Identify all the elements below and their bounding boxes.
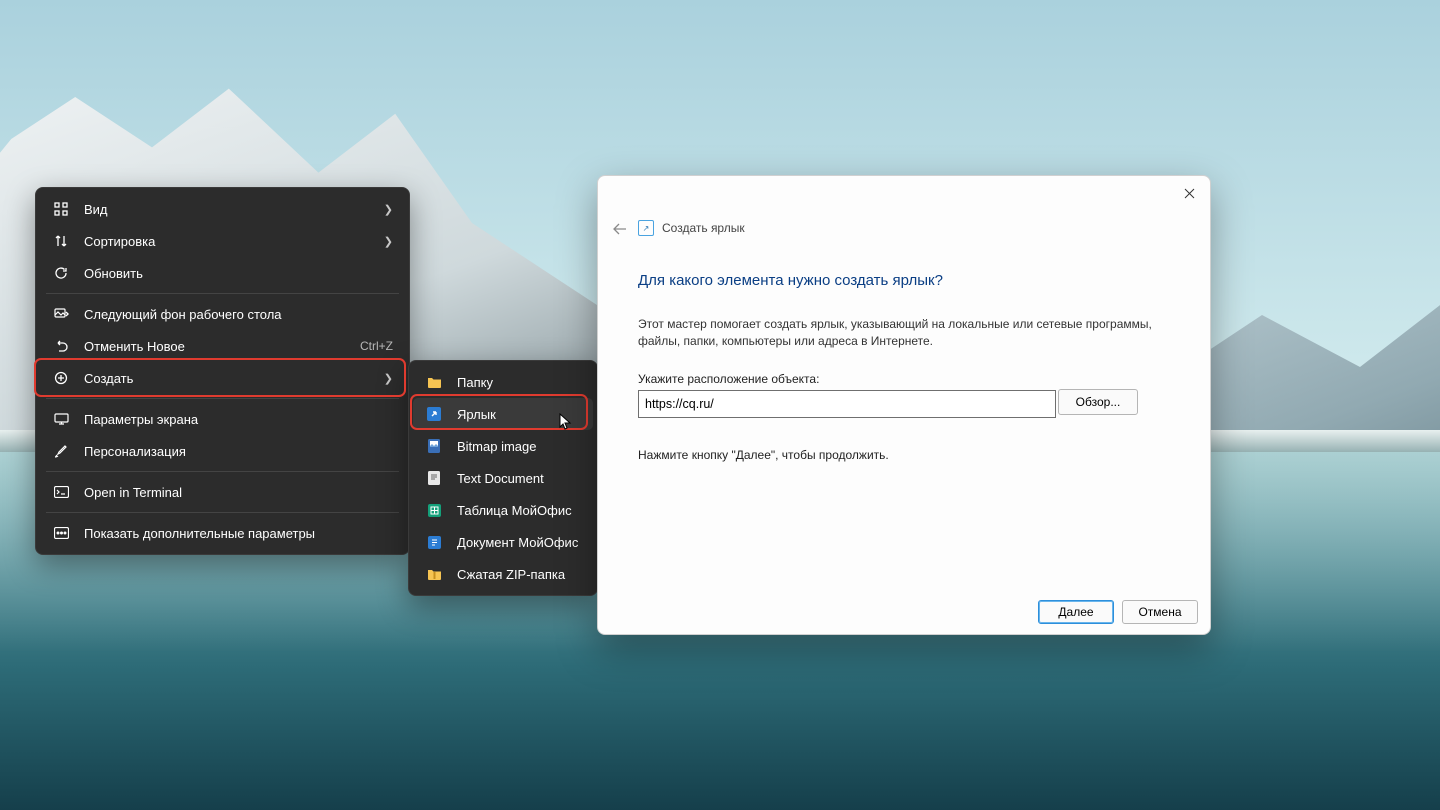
submenu-item-label: Text Document bbox=[457, 471, 581, 486]
dialog-description: Этот мастер помогает создать ярлык, указ… bbox=[638, 316, 1170, 351]
bitmap-icon bbox=[425, 439, 443, 453]
location-label: Укажите расположение объекта: bbox=[638, 372, 819, 386]
submenu-item-text[interactable]: Text Document bbox=[413, 462, 593, 494]
zip-folder-icon bbox=[425, 568, 443, 580]
spreadsheet-icon bbox=[425, 504, 443, 517]
next-button[interactable]: Далее bbox=[1038, 600, 1114, 624]
plus-circle-icon bbox=[52, 371, 70, 385]
menu-item-label: Показать дополнительные параметры bbox=[84, 526, 393, 541]
document-icon bbox=[425, 536, 443, 549]
chevron-right-icon: ❯ bbox=[384, 372, 393, 385]
separator bbox=[46, 398, 399, 399]
menu-item-label: Следующий фон рабочего стола bbox=[84, 307, 393, 322]
create-submenu: Папку Ярлык Bitmap image Text Document Т… bbox=[408, 360, 598, 596]
breadcrumb-label: Создать ярлык bbox=[662, 221, 745, 235]
submenu-item-shortcut[interactable]: Ярлык bbox=[413, 398, 593, 430]
close-button[interactable] bbox=[1174, 180, 1204, 206]
submenu-item-label: Таблица МойОфис bbox=[457, 503, 581, 518]
menu-item-label: Open in Terminal bbox=[84, 485, 393, 500]
dialog-heading: Для какого элемента нужно создать ярлык? bbox=[638, 272, 943, 289]
menu-item-label: Параметры экрана bbox=[84, 412, 393, 427]
terminal-icon bbox=[52, 486, 70, 498]
menu-item-label: Сортировка bbox=[84, 234, 378, 249]
grid-icon bbox=[52, 202, 70, 216]
dialog-hint: Нажмите кнопку "Далее", чтобы продолжить… bbox=[638, 448, 889, 462]
menu-item-show-more[interactable]: Показать дополнительные параметры bbox=[40, 517, 405, 549]
menu-item-display-settings[interactable]: Параметры экрана bbox=[40, 403, 405, 435]
more-options-icon bbox=[52, 527, 70, 539]
dialog-breadcrumb: ↗ Создать ярлык bbox=[638, 220, 745, 236]
back-button[interactable] bbox=[612, 222, 628, 236]
submenu-item-label: Папку bbox=[457, 375, 581, 390]
display-icon bbox=[52, 412, 70, 426]
menu-item-label: Вид bbox=[84, 202, 378, 217]
submenu-item-myoffice-table[interactable]: Таблица МойОфис bbox=[413, 494, 593, 526]
menu-item-personalize[interactable]: Персонализация bbox=[40, 435, 405, 467]
menu-item-label: Создать bbox=[84, 371, 378, 386]
brush-icon bbox=[52, 444, 70, 458]
chevron-right-icon: ❯ bbox=[384, 203, 393, 216]
separator bbox=[46, 293, 399, 294]
menu-item-refresh[interactable]: Обновить bbox=[40, 257, 405, 289]
menu-item-sort[interactable]: Сортировка ❯ bbox=[40, 225, 405, 257]
image-next-icon bbox=[52, 307, 70, 321]
submenu-item-zip[interactable]: Сжатая ZIP-папка bbox=[413, 558, 593, 590]
refresh-icon bbox=[52, 266, 70, 280]
submenu-item-myoffice-doc[interactable]: Документ МойОфис bbox=[413, 526, 593, 558]
dialog-button-bar: Далее Отмена bbox=[1038, 600, 1198, 624]
chevron-right-icon: ❯ bbox=[384, 235, 393, 248]
submenu-item-label: Документ МойОфис bbox=[457, 535, 581, 550]
desktop-context-menu: Вид ❯ Сортировка ❯ Обновить Следующий фо… bbox=[35, 187, 410, 555]
submenu-item-label: Bitmap image bbox=[457, 439, 581, 454]
menu-item-create[interactable]: Создать ❯ bbox=[40, 362, 405, 394]
submenu-item-label: Сжатая ZIP-папка bbox=[457, 567, 581, 582]
menu-item-open-terminal[interactable]: Open in Terminal bbox=[40, 476, 405, 508]
shortcut-icon bbox=[425, 407, 443, 421]
menu-item-next-background[interactable]: Следующий фон рабочего стола bbox=[40, 298, 405, 330]
text-file-icon bbox=[425, 471, 443, 485]
browse-button[interactable]: Обзор... bbox=[1058, 389, 1138, 415]
undo-icon bbox=[52, 339, 70, 353]
separator bbox=[46, 471, 399, 472]
sort-icon bbox=[52, 234, 70, 248]
submenu-item-label: Ярлык bbox=[457, 407, 581, 422]
shortcut-small-icon: ↗ bbox=[638, 220, 654, 236]
menu-item-label: Персонализация bbox=[84, 444, 393, 459]
cancel-button[interactable]: Отмена bbox=[1122, 600, 1198, 624]
create-shortcut-dialog: ↗ Создать ярлык Для какого элемента нужн… bbox=[597, 175, 1211, 635]
submenu-item-bitmap[interactable]: Bitmap image bbox=[413, 430, 593, 462]
menu-item-label: Отменить Новое bbox=[84, 339, 350, 354]
menu-item-shortcut: Ctrl+Z bbox=[360, 339, 393, 353]
menu-item-label: Обновить bbox=[84, 266, 393, 281]
location-input[interactable] bbox=[638, 390, 1056, 418]
separator bbox=[46, 512, 399, 513]
folder-icon bbox=[425, 376, 443, 388]
menu-item-view[interactable]: Вид ❯ bbox=[40, 193, 405, 225]
submenu-item-folder[interactable]: Папку bbox=[413, 366, 593, 398]
menu-item-undo[interactable]: Отменить Новое Ctrl+Z bbox=[40, 330, 405, 362]
